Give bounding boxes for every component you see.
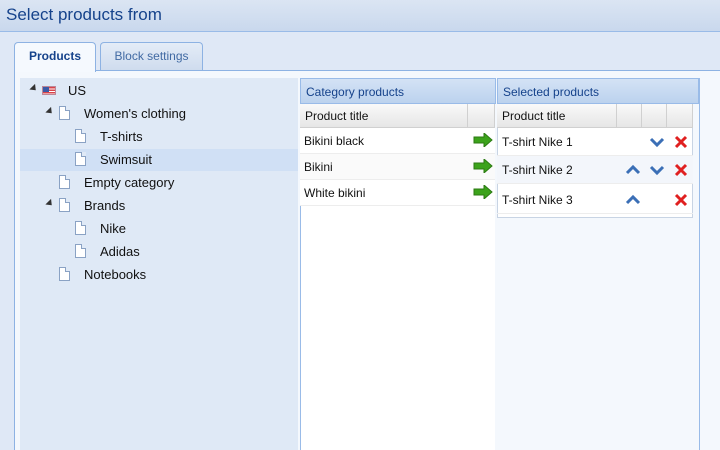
category-tree: US Women's clothing T-shirts Swimsuit Em… [20,78,298,450]
tree-node-label: Nike [100,221,127,236]
remove-icon[interactable] [673,135,689,149]
remove-icon[interactable] [673,163,689,177]
document-icon [75,244,86,258]
document-icon [75,221,86,235]
tree-node-swimsuit[interactable]: Swimsuit [20,149,298,171]
tree-node-label: T-shirts [100,129,143,144]
tree-node-brands[interactable]: Brands [20,195,298,217]
tree-node-label: Swimsuit [100,152,153,167]
add-arrow-icon[interactable] [473,133,493,147]
tab-block-settings[interactable]: Block settings [100,42,203,70]
product-title-column-header[interactable]: Product title [300,104,468,128]
product-title: Bikini black [304,134,365,148]
tree-node-label: Brands [84,198,126,213]
document-icon [59,198,70,212]
panel-edge [699,78,720,450]
move-up-column-header [617,104,642,128]
move-down-icon[interactable] [649,135,665,149]
product-title: T-shirt Nike 2 [502,163,573,177]
tree-node-adidas[interactable]: Adidas [20,241,298,263]
selected-product-row[interactable]: T-shirt Nike 2 [497,156,693,184]
tree-node-label: Women's clothing [84,106,186,121]
category-products-header: Category products [300,78,496,104]
category-product-row[interactable]: White bikini [300,180,495,206]
remove-column-header [667,104,693,128]
category-product-row[interactable]: Bikini [300,154,495,180]
tree-node-t-shirts[interactable]: T-shirts [20,126,298,148]
tree-node-empty-category[interactable]: Empty category [20,172,298,194]
add-arrow-icon[interactable] [473,159,493,173]
tree-node-notebooks[interactable]: Notebooks [20,264,298,286]
document-icon [59,106,70,120]
tree-node-us[interactable]: US [20,80,298,102]
document-icon [59,267,70,281]
selected-product-row[interactable]: T-shirt Nike 3 [497,186,693,214]
move-up-icon[interactable] [625,193,641,207]
us-flag-icon [42,86,56,95]
tree-node-label: Adidas [100,244,140,259]
expand-arrow-icon[interactable] [29,83,39,94]
selected-product-row[interactable]: T-shirt Nike 1 [497,128,693,156]
product-title-column-header[interactable]: Product title [497,104,617,128]
product-title: Bikini [304,160,333,174]
expand-arrow-icon[interactable] [45,106,55,117]
document-icon [59,175,70,189]
move-down-column-header [642,104,667,128]
tree-node-label: Notebooks [84,267,147,282]
product-title: White bikini [304,186,366,200]
title-bar: Select products from [0,0,720,32]
document-icon [75,129,86,143]
add-arrow-icon[interactable] [473,185,493,199]
product-title: T-shirt Nike 1 [502,135,573,149]
tree-node-label: US [68,83,87,98]
remove-icon[interactable] [673,193,689,207]
product-title: T-shirt Nike 3 [502,193,573,207]
tree-node-womens-clothing[interactable]: Women's clothing [20,103,298,125]
selected-products-header: Selected products [497,78,699,104]
tab-products[interactable]: Products [14,42,96,72]
expand-arrow-icon[interactable] [45,198,55,209]
move-up-icon[interactable] [625,163,641,177]
move-down-icon[interactable] [649,163,665,177]
tree-node-nike[interactable]: Nike [20,218,298,240]
category-product-row[interactable]: Bikini black [300,128,495,154]
document-icon [75,152,86,166]
tree-node-label: Empty category [84,175,175,190]
window-title: Select products from [6,5,162,24]
action-column-header [468,104,495,128]
